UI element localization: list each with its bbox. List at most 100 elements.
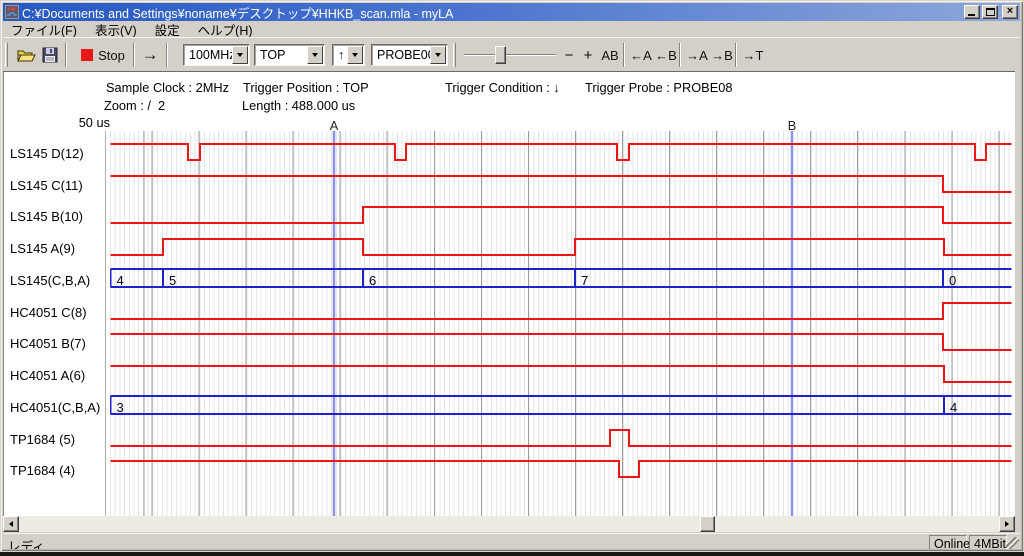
ab-button[interactable]: AB [598, 43, 622, 67]
waveform-svg: 4 5 6 7 0 3 4 [110, 131, 1012, 516]
goto-next-b-button[interactable]: →B [710, 43, 734, 67]
trace-3 [111, 239, 1012, 255]
zoom-out-button[interactable]: − [560, 43, 578, 67]
maximize-icon [986, 8, 995, 16]
dropdown-button[interactable] [430, 46, 446, 64]
trigger-edge-combo[interactable]: ↑ [332, 44, 365, 66]
dropdown-button[interactable] [347, 46, 363, 64]
channel-label-10: TP1684 (4) [10, 462, 75, 480]
sample-clock-value: 100MHz [189, 48, 236, 62]
trace-2 [111, 207, 1012, 223]
channel-label-3: LS145 A(9) [10, 240, 75, 258]
trigger-probe-combo[interactable]: PROBE00 [371, 44, 448, 66]
status-memory: 4MBit [969, 535, 1007, 551]
maximize-button[interactable] [982, 5, 998, 19]
trigger-probe-info: Trigger Probe : PROBE08 [585, 80, 732, 95]
channel-label-0: LS145 D(12) [10, 145, 84, 163]
scroll-left-button[interactable] [3, 516, 19, 532]
app-icon [5, 5, 19, 19]
scrollbar-thumb[interactable] [700, 516, 715, 532]
sample-clock-combo[interactable]: 100MHz [183, 44, 250, 66]
trace-1 [111, 176, 1012, 192]
scroll-right-button[interactable] [999, 516, 1015, 532]
trace-6 [111, 334, 1012, 350]
bus-value: 7 [581, 273, 588, 288]
trigger-edge-value: ↑ [338, 48, 344, 62]
trace-0 [111, 144, 1012, 160]
toolbar-separator [735, 43, 737, 67]
open-folder-icon [17, 48, 36, 63]
label-grid-divider [105, 131, 106, 516]
channel-label-4: LS145(C,B,A) [10, 272, 90, 290]
arrow-right-icon [1005, 521, 1009, 527]
toolbar: Stop → 100MHz TOP ↑ PROBE00 −+AB [3, 37, 1020, 71]
slider-track [464, 54, 556, 56]
waveform-panel: Sample Clock : 2MHz Trigger Position : T… [3, 71, 1015, 516]
time-scale-label: 50 us [60, 115, 110, 130]
stop-button[interactable]: Stop [75, 43, 131, 67]
close-icon: × [1007, 5, 1013, 17]
trace-9 [111, 430, 1012, 446]
length-info: Length : 488.000 us [242, 98, 355, 113]
run-arrow-icon: → [142, 45, 159, 65]
save-button[interactable] [38, 43, 62, 67]
menu-bar: ファイル(F)表示(V)設定ヘルプ(H) [3, 21, 1020, 37]
toolbar-separator [623, 43, 625, 67]
toolbar-separator [65, 43, 67, 67]
horizontal-scrollbar[interactable] [3, 516, 1015, 532]
open-file-button[interactable] [14, 43, 38, 67]
chevron-down-icon [312, 53, 318, 57]
zoom-slider[interactable] [462, 45, 558, 65]
zoom-info: Zoom : / 2 [104, 98, 165, 113]
toolbar-separator [166, 43, 168, 67]
arrow-left-icon [9, 521, 13, 527]
zoom-in-button[interactable]: + [579, 43, 597, 67]
app-window: C:¥Documents and Settings¥noname¥デスクトップ¥… [0, 0, 1024, 552]
toolbar-separator [679, 43, 681, 67]
dropdown-button[interactable] [307, 46, 323, 64]
close-button[interactable]: × [1002, 5, 1018, 19]
slider-thumb[interactable] [495, 46, 506, 64]
minimize-button[interactable] [964, 5, 980, 19]
status-bar: レディ Online 4MBit [3, 533, 1020, 551]
resize-grip-icon[interactable] [1006, 537, 1019, 550]
goto-prev-a-button[interactable]: ←A [629, 43, 653, 67]
goto-prev-b-button[interactable]: ←B [654, 43, 678, 67]
channel-label-8: HC4051(C,B,A) [10, 399, 100, 417]
bus-value: 4 [950, 400, 957, 415]
trigger-probe-value: PROBE00 [377, 48, 435, 62]
sample-clock-info: Sample Clock : 2MHz [106, 80, 229, 95]
toolbar-grip[interactable] [5, 43, 8, 67]
trace-10 [111, 461, 1012, 477]
toolbar-grip[interactable] [453, 43, 456, 67]
trigger-condition-info: Trigger Condition : ↓ [445, 80, 560, 95]
status-ready: レディ [8, 536, 45, 555]
trace-5 [111, 303, 1012, 319]
stop-label: Stop [98, 48, 125, 63]
bus-value: 6 [369, 273, 376, 288]
chevron-down-icon [352, 53, 358, 57]
dropdown-button[interactable] [232, 46, 248, 64]
channel-label-1: LS145 C(11) [10, 177, 83, 195]
bus-value: 0 [949, 273, 956, 288]
channel-label-6: HC4051 B(7) [10, 335, 86, 353]
goto-next-a-button[interactable]: →A [685, 43, 709, 67]
trigger-position-info: Trigger Position : TOP [243, 80, 369, 95]
goto-trigger-button[interactable]: →T [741, 43, 765, 67]
channel-label-9: TP1684 (5) [10, 431, 75, 449]
bus-4: 4 5 6 7 0 [111, 269, 1012, 288]
trigger-position-combo[interactable]: TOP [254, 44, 325, 66]
channel-label-2: LS145 B(10) [10, 208, 83, 226]
status-online: Online [929, 535, 967, 551]
channel-label-7: HC4051 A(6) [10, 367, 85, 385]
bus-value: 4 [117, 273, 124, 288]
floppy-disk-icon [42, 47, 58, 63]
chevron-down-icon [237, 53, 243, 57]
stop-icon [81, 49, 93, 61]
bus-value: 5 [169, 273, 176, 288]
run-button[interactable]: → [137, 43, 163, 67]
bus-value: 3 [117, 400, 124, 415]
toolbar-separator [133, 43, 135, 67]
chevron-down-icon [435, 53, 441, 57]
trace-7 [111, 366, 1012, 382]
